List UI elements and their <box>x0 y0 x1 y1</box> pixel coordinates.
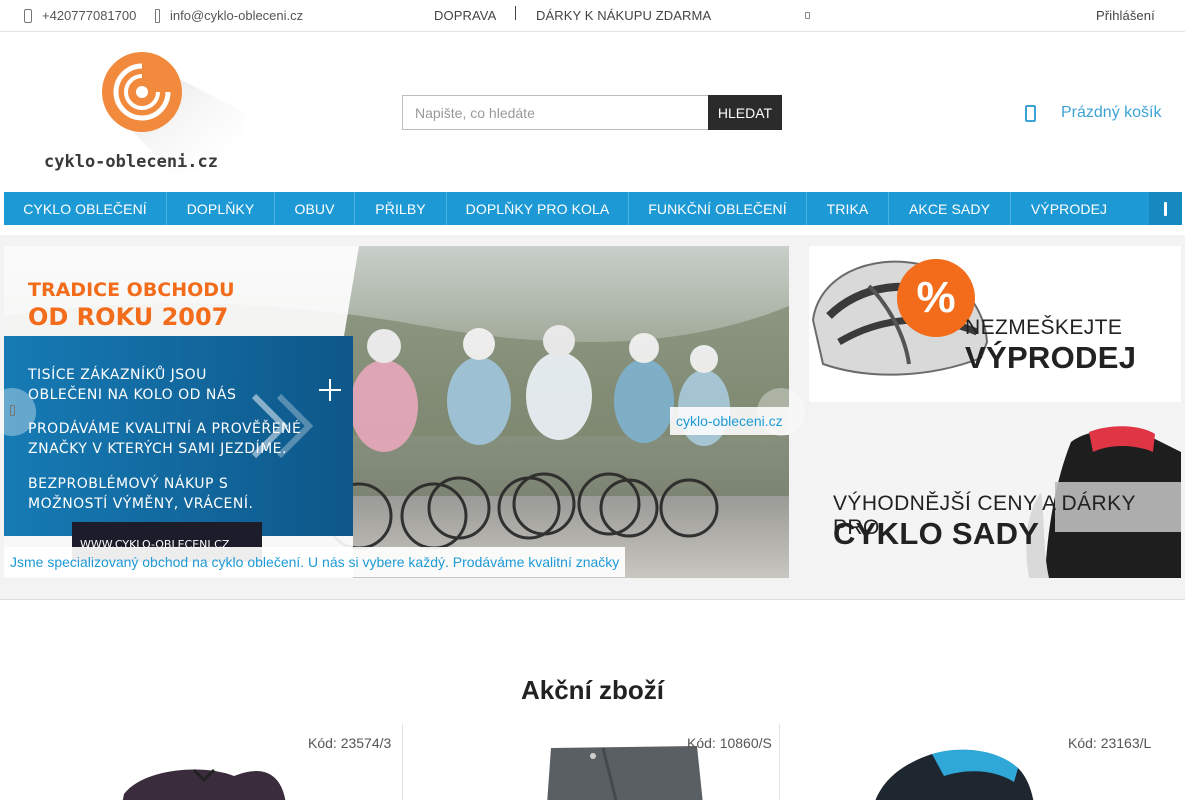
phone-icon <box>24 8 32 23</box>
nav-item-doplnky[interactable]: DOPLŇKY <box>167 192 275 225</box>
product-card[interactable]: Kód: 23163/L <box>782 724 1160 800</box>
sale-banner[interactable]: % NEZMEŠKEJTE VÝPRODEJ <box>809 246 1181 402</box>
login-link[interactable]: Přihlášení <box>1096 0 1155 31</box>
menu-toggle-button[interactable] <box>1149 192 1182 225</box>
nav-item-cyklo-obleceni[interactable]: CYKLO OBLEČENÍ <box>4 192 167 225</box>
sale-banner-big-text: VÝPRODEJ <box>965 340 1137 375</box>
nav-item-obuv[interactable]: OBUV <box>275 192 355 225</box>
product-code: Kód: 23574/3 <box>308 735 392 751</box>
cart-link[interactable]: Prázdný košík <box>1025 98 1161 128</box>
cart-label: Prázdný košík <box>1061 104 1162 121</box>
nav-item-akce-sady[interactable]: AKCE SADY <box>889 192 1011 225</box>
section-title: Akční zboží <box>520 675 664 705</box>
nav-item-funkcni-obleceni[interactable]: FUNKČNÍ OBLEČENÍ <box>629 192 807 225</box>
nav-item-prilby[interactable]: PŘILBY <box>355 192 447 225</box>
dropdown-icon[interactable] <box>805 12 810 19</box>
slide-headline-line-2: OD ROKU 2007 <box>28 303 228 331</box>
nav-item-vyprodej[interactable]: VÝPRODEJ <box>1011 192 1127 225</box>
slide-line-5: BEZPROBLÉMOVÝ NÁKUP S <box>28 475 228 492</box>
slide-brand-caption[interactable]: cyklo-obleceni.cz <box>670 407 789 435</box>
nav-item-trika[interactable]: TRIKA <box>807 192 889 225</box>
slide-line-2: OBLEČENI NA KOLO OD NÁS <box>28 385 236 403</box>
logo-wordmark: cyklo-obleceni.cz <box>44 152 218 172</box>
cycling-sets-banner[interactable]: VÝHODNĚJŠÍ CENY A DÁRKY PRO CYKLO SADY <box>809 422 1181 578</box>
sale-banner-small-text: NEZMEŠKEJTE <box>965 316 1123 339</box>
product-code: Kód: 10860/S <box>687 735 772 751</box>
phone-number: +420777081700 <box>42 8 137 23</box>
slide-caption[interactable]: Jsme specializovaný obchod na cyklo oble… <box>4 547 626 577</box>
top-links-divider <box>515 6 516 20</box>
link-free-gifts[interactable]: DÁRKY K NÁKUPU ZDARMA <box>536 0 711 31</box>
cart-icon <box>1025 104 1036 122</box>
logo-graphic: cyklo-obleceni.cz <box>44 52 244 172</box>
menu-icon <box>1164 201 1167 216</box>
email-contact[interactable]: info@cyklo-obleceni.cz <box>155 0 303 31</box>
product-code: Kód: 23163/L <box>1068 735 1152 751</box>
discount-badge: % <box>897 259 975 337</box>
top-bar: +420777081700 info@cyklo-obleceni.cz DOP… <box>0 0 1185 32</box>
product-card[interactable]: Kód: 23574/3 <box>24 724 402 800</box>
slide-headline-line-1: TRADICE OBCHODU <box>28 279 235 301</box>
slide-line-3: PRODÁVÁME KVALITNÍ A PROVĚŘENÉ <box>28 420 301 437</box>
main-navigation: CYKLO OBLEČENÍ DOPLŇKY OBUV PŘILBY DOPLŇ… <box>4 192 1182 225</box>
phone-contact[interactable]: +420777081700 <box>24 0 136 31</box>
product-card[interactable]: Kód: 10860/S <box>402 724 780 800</box>
email-address: info@cyklo-obleceni.cz <box>170 8 304 23</box>
sets-banner-big-text: CYKLO SADY <box>833 516 1040 551</box>
slide-line-4: ZNAČKY V KTERÝCH SAMI JEZDÍME. <box>28 439 287 457</box>
slide-line-6: MOŽNOSTÍ VÝMĚNY, VRÁCENÍ. <box>28 494 253 512</box>
search-input[interactable]: Napište, co hledáte <box>402 95 708 130</box>
mail-icon <box>155 8 160 23</box>
search-form: Napište, co hledáte HLEDAT <box>402 95 782 130</box>
search-button[interactable]: HLEDAT <box>708 95 782 130</box>
site-logo[interactable]: cyklo-obleceni.cz <box>44 52 244 172</box>
link-shipping[interactable]: DOPRAVA <box>434 0 496 31</box>
nav-item-doplnky-pro-kola[interactable]: DOPLŇKY PRO KOLA <box>447 192 629 225</box>
slide-line-1: TISÍCE ZÁKAZNÍKŮ JSOU <box>27 365 207 383</box>
arrow-left-icon <box>10 405 15 416</box>
